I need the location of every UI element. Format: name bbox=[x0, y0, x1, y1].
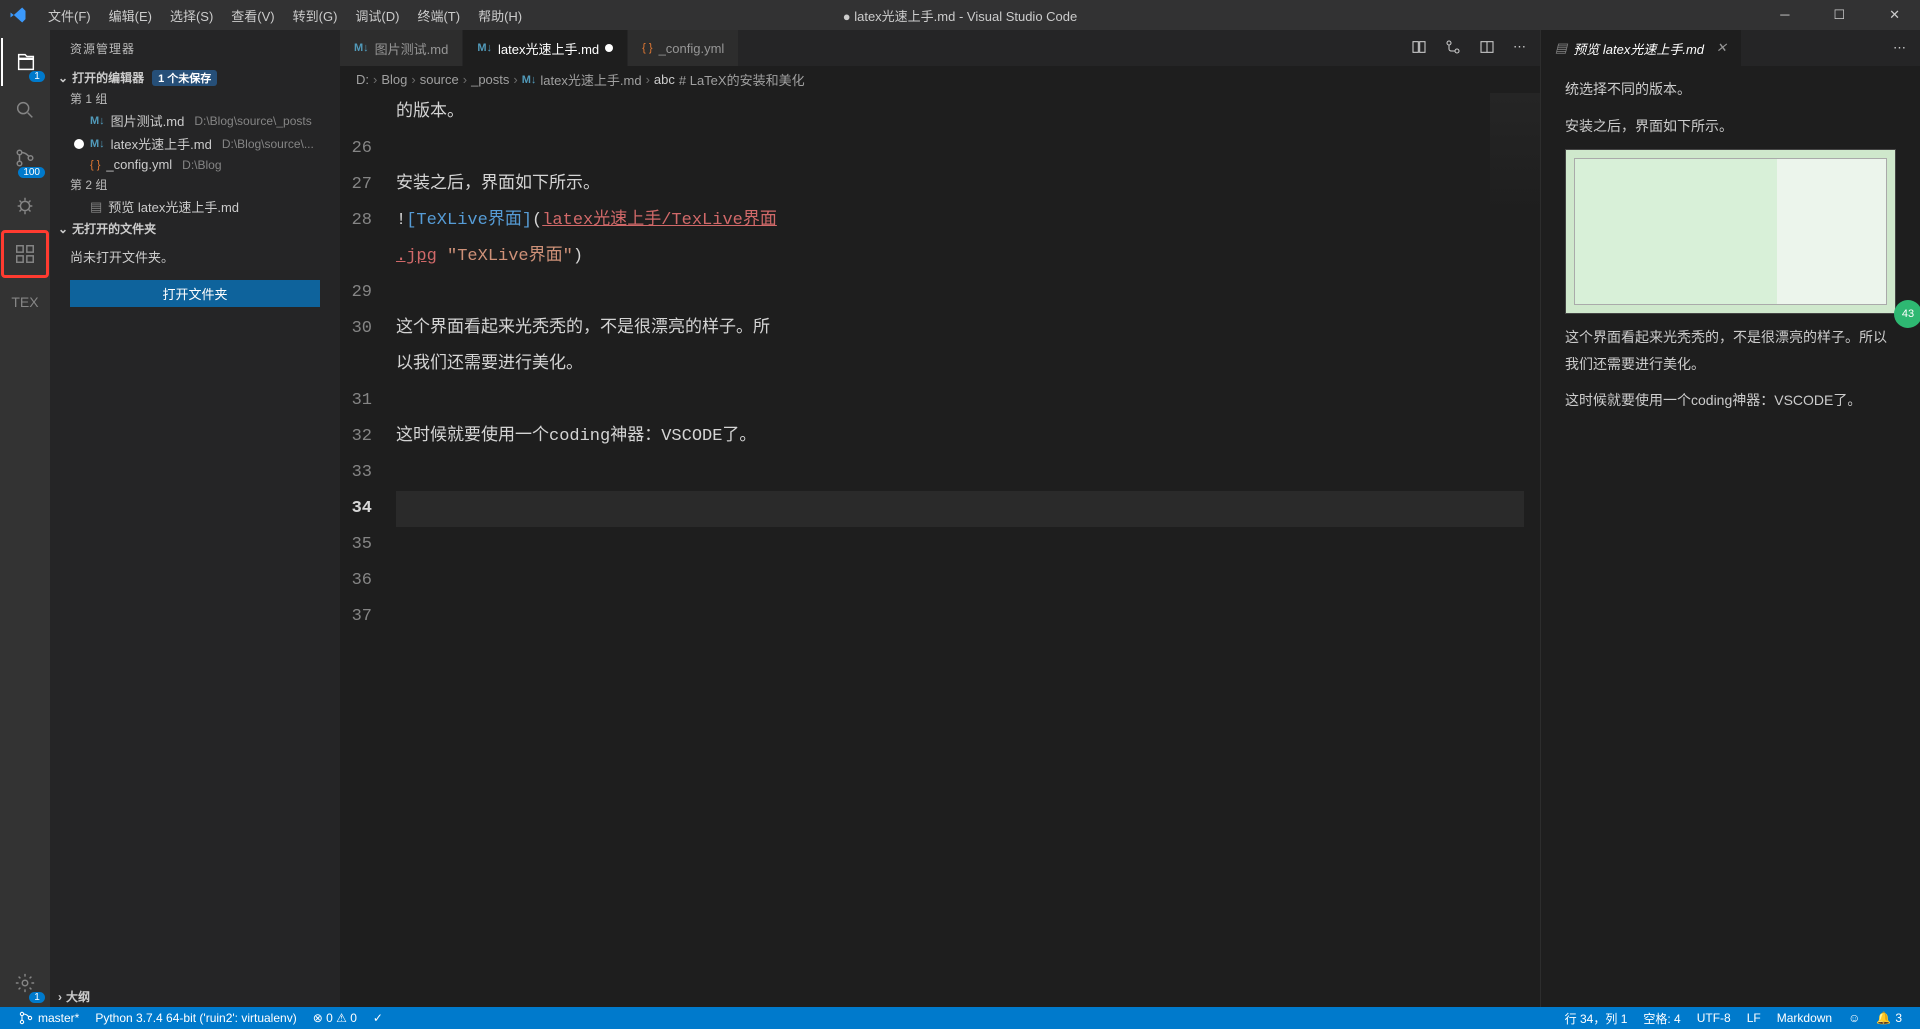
window-minimize-icon[interactable]: ─ bbox=[1768, 3, 1801, 27]
no-folder-message: 尚未打开文件夹。 bbox=[50, 239, 340, 274]
split-editor-icon[interactable] bbox=[1479, 39, 1495, 58]
scm-badge: 100 bbox=[18, 167, 45, 178]
markdown-icon: M↓ bbox=[522, 74, 537, 86]
compare-changes-icon[interactable] bbox=[1445, 39, 1461, 58]
chevron-down-icon: ⌄ bbox=[58, 71, 68, 85]
symbol-text-icon: abc bbox=[654, 72, 675, 87]
menu-debug[interactable]: 调试(D) bbox=[347, 2, 407, 29]
minimap[interactable] bbox=[1490, 93, 1540, 213]
menu-go[interactable]: 转到(G) bbox=[285, 2, 346, 29]
close-icon[interactable]: ✕ bbox=[1716, 40, 1727, 56]
open-editor-file-1[interactable]: M↓ 图片测试.md D:\Blog\source\_posts bbox=[50, 109, 340, 132]
language-mode-status[interactable]: Markdown bbox=[1769, 1010, 1840, 1027]
explorer-badge: 1 bbox=[29, 71, 45, 82]
feedback-icon[interactable]: ☺ bbox=[1840, 1010, 1868, 1027]
editor-tabs: M↓ 图片测试.md M↓ latex光速上手.md { } _config.y… bbox=[340, 30, 1540, 66]
extensions-icon[interactable] bbox=[1, 230, 49, 278]
window-title: ● latex光速上手.md - Visual Studio Code bbox=[843, 6, 1077, 25]
gear-badge: 1 bbox=[29, 992, 45, 1003]
menu-help[interactable]: 帮助(H) bbox=[470, 2, 530, 29]
open-editor-file-3[interactable]: { } _config.yml D:\Blog bbox=[50, 155, 340, 174]
python-env-status[interactable]: Python 3.7.4 64-bit ('ruin2': virtualenv… bbox=[87, 1011, 304, 1025]
encoding-status[interactable]: UTF-8 bbox=[1689, 1010, 1739, 1027]
problems-status[interactable]: ⊗ 0 ⚠ 0 bbox=[305, 1011, 365, 1025]
indentation-status[interactable]: 空格: 4 bbox=[1635, 1010, 1688, 1027]
more-actions-icon[interactable]: ⋯ bbox=[1513, 39, 1526, 58]
chevron-down-icon: ⌄ bbox=[58, 222, 68, 236]
editor-body[interactable]: 26 27 28 29 30 31 32 33 34 35 36 37 的版本。… bbox=[340, 93, 1540, 1007]
menu-selection[interactable]: 选择(S) bbox=[162, 2, 221, 29]
title-bar: 文件(F) 编辑(E) 选择(S) 查看(V) 转到(G) 调试(D) 终端(T… bbox=[0, 0, 1920, 30]
preview-text: 这时候就要使用一个coding神器：VSCODE了。 bbox=[1565, 387, 1896, 414]
check-icon[interactable]: ✓ bbox=[365, 1011, 391, 1025]
modified-dot-icon bbox=[74, 139, 84, 149]
open-editors-header[interactable]: ⌄ 打开的编辑器 1 个未保存 bbox=[50, 67, 340, 88]
git-branch-status[interactable]: master* bbox=[10, 1010, 87, 1026]
open-editor-file-4[interactable]: ▤ 预览 latex光速上手.md bbox=[50, 195, 340, 218]
open-editor-file-2[interactable]: M↓ latex光速上手.md D:\Blog\source\... bbox=[50, 132, 340, 155]
source-control-icon[interactable]: 100 bbox=[1, 134, 49, 182]
preview-text: 这个界面看起来光秃秃的，不是很漂亮的样子。所以我们还需要进行美化。 bbox=[1565, 324, 1896, 377]
open-preview-side-icon[interactable] bbox=[1411, 39, 1427, 58]
menu-view[interactable]: 查看(V) bbox=[223, 2, 282, 29]
debug-icon[interactable] bbox=[1, 182, 49, 230]
settings-gear-icon[interactable]: 1 bbox=[1, 959, 49, 1007]
unsaved-badge: 1 个未保存 bbox=[152, 70, 217, 86]
markdown-icon: M↓ bbox=[354, 42, 369, 54]
preview-tab[interactable]: ▤ 预览 latex光速上手.md ✕ bbox=[1541, 30, 1741, 66]
outline-header[interactable]: › 大纲 bbox=[50, 986, 340, 1007]
window-maximize-icon[interactable]: ☐ bbox=[1821, 3, 1857, 27]
modified-dot-icon bbox=[605, 44, 613, 52]
breadcrumb[interactable]: D:› Blog› source› _posts› M↓ latex光速上手.m… bbox=[340, 66, 1540, 93]
yml-icon: { } bbox=[642, 42, 652, 54]
cursor-position-status[interactable]: 行 34，列 1 bbox=[1557, 1010, 1636, 1027]
explorer-icon[interactable]: 1 bbox=[1, 38, 49, 86]
preview-body[interactable]: 统选择不同的版本。 安装之后，界面如下所示。 这个界面看起来光秃秃的，不是很漂亮… bbox=[1541, 66, 1920, 440]
eol-status[interactable]: LF bbox=[1739, 1010, 1769, 1027]
preview-file-icon: ▤ bbox=[90, 199, 102, 215]
sidebar: 资源管理器 ⌄ 打开的编辑器 1 个未保存 第 1 组 M↓ 图片测试.md D… bbox=[50, 30, 340, 1007]
preview-text: 安装之后，界面如下所示。 bbox=[1565, 113, 1896, 140]
more-actions-icon[interactable]: ⋯ bbox=[1893, 40, 1906, 56]
floating-badge[interactable]: 43 bbox=[1894, 300, 1920, 328]
preview-text: 统选择不同的版本。 bbox=[1565, 76, 1896, 103]
preview-file-icon: ▤ bbox=[1555, 40, 1567, 56]
menu-bar: 文件(F) 编辑(E) 选择(S) 查看(V) 转到(G) 调试(D) 终端(T… bbox=[40, 2, 530, 29]
group-2-label: 第 2 组 bbox=[50, 174, 340, 195]
editor-group: M↓ 图片测试.md M↓ latex光速上手.md { } _config.y… bbox=[340, 30, 1540, 1007]
status-bar: master* Python 3.7.4 64-bit ('ruin2': vi… bbox=[0, 1007, 1920, 1029]
tab-file-3[interactable]: { } _config.yml bbox=[628, 30, 738, 66]
markdown-icon: M↓ bbox=[90, 138, 105, 150]
tab-file-2[interactable]: M↓ latex光速上手.md bbox=[463, 30, 627, 66]
group-1-label: 第 1 组 bbox=[50, 88, 340, 109]
code-content[interactable]: 的版本。 安装之后，界面如下所示。 ![TeXLive界面](latex光速上手… bbox=[396, 93, 1540, 1007]
no-folder-header[interactable]: ⌄ 无打开的文件夹 bbox=[50, 218, 340, 239]
menu-edit[interactable]: 编辑(E) bbox=[101, 2, 160, 29]
preview-pane: ▤ 预览 latex光速上手.md ✕ ⋯ 统选择不同的版本。 安装之后，界面如… bbox=[1540, 30, 1920, 1007]
preview-image-placeholder bbox=[1565, 149, 1896, 314]
sidebar-title: 资源管理器 bbox=[50, 30, 340, 67]
markdown-icon: M↓ bbox=[477, 42, 492, 54]
notifications-icon[interactable]: 🔔 3 bbox=[1868, 1010, 1910, 1027]
vscode-logo-icon bbox=[8, 5, 28, 25]
chevron-right-icon: › bbox=[58, 990, 62, 1004]
latex-workshop-icon[interactable]: TEX bbox=[1, 278, 49, 326]
yml-icon: { } bbox=[90, 159, 100, 171]
activity-bar: 1 100 TEX 1 bbox=[0, 30, 50, 1007]
line-number-gutter: 26 27 28 29 30 31 32 33 34 35 36 37 bbox=[340, 93, 396, 1007]
menu-file[interactable]: 文件(F) bbox=[40, 2, 99, 29]
window-close-icon[interactable]: ✕ bbox=[1877, 3, 1912, 27]
search-icon[interactable] bbox=[1, 86, 49, 134]
menu-terminal[interactable]: 终端(T) bbox=[409, 2, 468, 29]
open-folder-button[interactable]: 打开文件夹 bbox=[70, 280, 320, 307]
tab-file-1[interactable]: M↓ 图片测试.md bbox=[340, 30, 462, 66]
markdown-icon: M↓ bbox=[90, 115, 105, 127]
